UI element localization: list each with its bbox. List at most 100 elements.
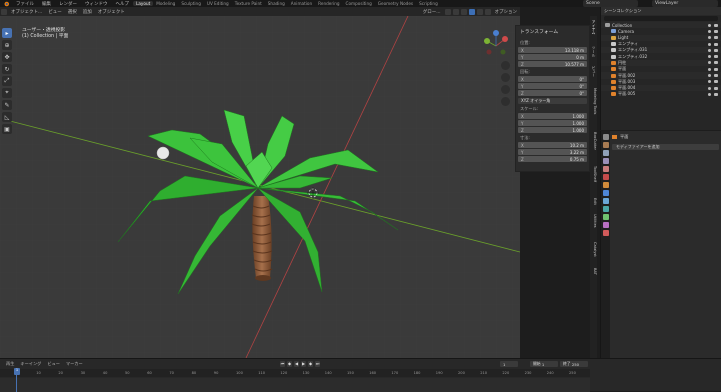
scale-x-field[interactable]: X 1.000 xyxy=(518,113,587,119)
menu-marker[interactable]: マーカー xyxy=(63,361,86,367)
timeline-track[interactable] xyxy=(0,378,590,392)
material-shading-icon[interactable] xyxy=(476,8,483,15)
rotation-x-field[interactable]: X 0° xyxy=(518,76,587,82)
coconut[interactable] xyxy=(156,146,170,160)
proportional-edit-icon[interactable] xyxy=(452,8,459,15)
visibility-eye-icon[interactable] xyxy=(708,55,711,59)
cursor-tool-icon[interactable]: ⊕ xyxy=(2,40,12,50)
tab-layout[interactable]: Layout xyxy=(133,1,154,6)
blender-logo-icon[interactable] xyxy=(2,1,10,7)
menu-file[interactable]: ファイル xyxy=(12,1,38,7)
menu-playback[interactable]: 再生 xyxy=(3,361,17,367)
orientation-dropdown[interactable]: グロー... xyxy=(420,9,444,15)
transform-tool-icon[interactable]: ⌖ xyxy=(2,88,12,98)
rendered-shading-icon[interactable] xyxy=(484,8,491,15)
sidebar-tab-edit[interactable]: Edit xyxy=(590,198,597,205)
visibility-eye-icon[interactable] xyxy=(708,80,711,84)
scene-props-icon[interactable] xyxy=(602,166,609,172)
visibility-eye-icon[interactable] xyxy=(708,36,711,40)
scene-selector[interactable]: Scene xyxy=(583,0,638,7)
solid-shading-icon[interactable] xyxy=(468,8,475,15)
data-props-icon[interactable] xyxy=(602,222,609,228)
render-props-icon[interactable] xyxy=(602,142,609,148)
sidebar-tab-toolshelf[interactable]: ToolShelf xyxy=(590,166,597,182)
modifier-props-icon[interactable] xyxy=(602,190,609,196)
menu-window[interactable]: ウィンドウ xyxy=(81,1,112,7)
transform-panel-title[interactable]: トランスフォーム xyxy=(518,27,587,38)
tab-texture-paint[interactable]: Texture Paint xyxy=(232,1,265,6)
sidebar-tab-bat[interactable]: BAT xyxy=(590,268,597,275)
tab-sculpting[interactable]: Sculpting xyxy=(178,1,204,6)
rotation-mode-dropdown[interactable]: XYZ オイラー角 xyxy=(518,98,587,104)
location-z-field[interactable]: Z 10.577 m xyxy=(518,61,587,67)
jump-start-icon[interactable]: ⏮ xyxy=(280,361,285,367)
view-layer-selector[interactable]: ViewLayer xyxy=(652,0,718,7)
render-camera-icon[interactable] xyxy=(714,61,718,65)
scene-collection-title[interactable]: シーンコレクション xyxy=(604,8,641,14)
tool-props-icon[interactable] xyxy=(602,134,609,140)
sidebar-tab-catalyst[interactable]: Catalyst xyxy=(590,242,597,257)
render-camera-icon[interactable] xyxy=(714,74,718,78)
material-props-icon[interactable] xyxy=(602,230,609,236)
current-frame-field[interactable]: 1 xyxy=(500,361,518,367)
rotation-y-field[interactable]: Y 0° xyxy=(518,83,587,89)
location-x-field[interactable]: X 13.118 m xyxy=(518,47,587,53)
location-y-field[interactable]: Y 0 m xyxy=(518,54,587,60)
render-camera-icon[interactable] xyxy=(714,29,718,33)
render-camera-icon[interactable] xyxy=(714,55,718,59)
jump-end-icon[interactable]: ⏭ xyxy=(315,361,320,367)
dimensions-z-field[interactable]: Z 0.75 m xyxy=(518,156,587,162)
render-camera-icon[interactable] xyxy=(714,36,718,40)
tab-uv-editing[interactable]: UV Editing xyxy=(204,1,232,6)
menu-help[interactable]: ヘルプ xyxy=(112,1,134,7)
snap-icon[interactable] xyxy=(444,8,451,15)
outliner-item[interactable]: 平面.005 xyxy=(601,91,721,97)
output-props-icon[interactable] xyxy=(602,150,609,156)
visibility-eye-icon[interactable] xyxy=(708,61,711,65)
rotate-tool-icon[interactable]: ↻ xyxy=(2,64,12,74)
tab-shading[interactable]: Shading xyxy=(265,1,288,6)
menu-add[interactable]: 追加 xyxy=(80,9,95,15)
dimensions-x-field[interactable]: X 10.2 m xyxy=(518,142,587,148)
editor-type-icon[interactable] xyxy=(1,8,7,15)
menu-select[interactable]: 選択 xyxy=(65,9,80,15)
sidebar-tab-modeling-tools[interactable]: Modeling Tools xyxy=(590,88,597,114)
sidebar-tab-item[interactable]: アイテム xyxy=(590,20,597,34)
tab-modeling[interactable]: Modeling xyxy=(153,1,178,6)
render-camera-icon[interactable] xyxy=(714,92,718,96)
render-camera-icon[interactable] xyxy=(714,67,718,71)
visibility-eye-icon[interactable] xyxy=(708,86,711,90)
tab-geometry-nodes[interactable]: Geometry Nodes xyxy=(375,1,416,6)
measure-tool-icon[interactable]: ◺ xyxy=(2,112,12,122)
sidebar-tab-view[interactable]: ビュー xyxy=(590,66,597,77)
palm-trunk[interactable] xyxy=(251,196,273,281)
visibility-eye-icon[interactable] xyxy=(708,74,711,78)
scale-tool-icon[interactable]: ⤢ xyxy=(2,76,12,86)
play-icon[interactable]: ▶ xyxy=(301,361,306,367)
start-frame-field[interactable]: 開始 1 xyxy=(530,361,558,367)
visibility-eye-icon[interactable] xyxy=(708,42,711,46)
visibility-eye-icon[interactable] xyxy=(708,92,711,96)
dimensions-y-field[interactable]: Y 3.22 m xyxy=(518,149,587,155)
render-camera-icon[interactable] xyxy=(714,23,718,27)
world-props-icon[interactable] xyxy=(602,174,609,180)
prev-key-icon[interactable]: ◆ xyxy=(287,361,292,367)
scale-y-field[interactable]: Y 1.000 xyxy=(518,120,587,126)
scale-z-field[interactable]: Z 1.000 xyxy=(518,127,587,133)
sidebar-tab-utilities[interactable]: Utilities xyxy=(590,214,597,228)
menu-edit[interactable]: 編集 xyxy=(38,1,55,7)
menu-view[interactable]: ビュー xyxy=(45,9,65,15)
move-tool-icon[interactable]: ✥ xyxy=(2,52,12,62)
annotate-tool-icon[interactable]: ✎ xyxy=(2,100,12,110)
render-camera-icon[interactable] xyxy=(714,42,718,46)
menu-keying[interactable]: キーイング xyxy=(17,361,44,367)
add-modifier-button[interactable]: モディファイアーを追加 xyxy=(612,144,719,150)
physics-props-icon[interactable] xyxy=(602,206,609,212)
tab-scripting[interactable]: Scripting xyxy=(416,1,441,6)
timeline-ruler[interactable]: 0102030405060708090100110120130140150160… xyxy=(0,369,590,377)
end-frame-field[interactable]: 終了 250 xyxy=(560,361,588,367)
render-camera-icon[interactable] xyxy=(714,80,718,84)
play-reverse-icon[interactable]: ◀ xyxy=(294,361,299,367)
outliner-search-input[interactable] xyxy=(604,16,718,21)
properties-object-name[interactable]: 平面 xyxy=(620,134,628,140)
